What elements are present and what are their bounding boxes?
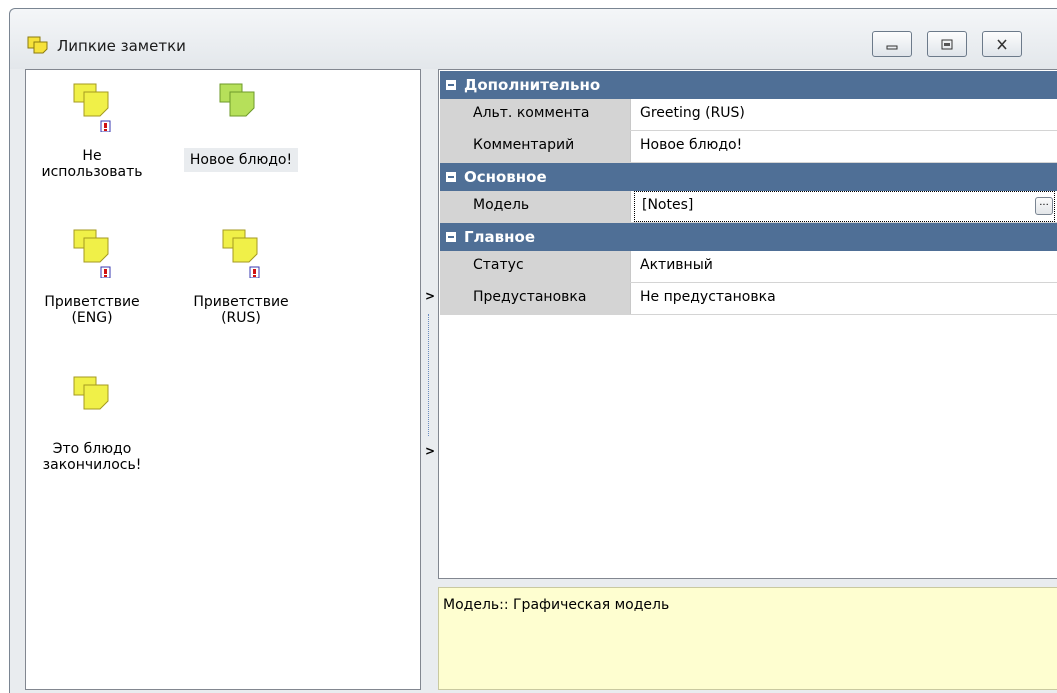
property-value[interactable]: Новое блюдо! <box>633 131 1057 162</box>
window-title: Липкие заметки <box>57 37 186 55</box>
chevron-right-icon[interactable]: > <box>425 289 435 303</box>
note-label: Новое блюдо! <box>184 148 298 172</box>
property-description: Модель:: Графическая модель <box>438 587 1057 690</box>
sticky-notes-icon <box>27 36 48 54</box>
property-row-status[interactable]: Статус Активный <box>440 251 1057 283</box>
category-label: Главное <box>464 228 536 246</box>
property-value[interactable]: Greeting (RUS) <box>633 99 1057 130</box>
category-osnovnoe[interactable]: Основное <box>440 163 1057 191</box>
title-bar[interactable]: Липкие заметки <box>10 9 1057 69</box>
sticky-notes-window: Липкие заметки Не использовать Новое блю… <box>9 8 1057 693</box>
close-button[interactable] <box>982 31 1022 57</box>
property-value-model[interactable]: [Notes] ... <box>634 191 1055 222</box>
property-name: Комментарий <box>464 131 631 162</box>
sticky-note-icon <box>73 376 109 410</box>
property-value[interactable]: Активный <box>633 251 1057 282</box>
maximize-icon <box>941 39 953 50</box>
close-icon <box>997 39 1007 50</box>
note-label: Не использовать <box>41 148 143 180</box>
property-row-model[interactable]: Модель [Notes] ... <box>440 191 1057 223</box>
minimize-button[interactable] <box>872 31 912 57</box>
property-row-comment[interactable]: Комментарий Новое блюдо! <box>440 131 1057 163</box>
sticky-note-icon <box>73 83 111 132</box>
sticky-note-icon <box>73 229 111 278</box>
sticky-note-icon <box>222 229 260 278</box>
minimize-icon <box>886 45 898 50</box>
category-label: Основное <box>464 168 547 186</box>
property-name: Статус <box>464 251 631 282</box>
property-row-alt-comment[interactable]: Альт. коммента Greeting (RUS) <box>440 99 1057 131</box>
property-grid[interactable]: Дополнительно Альт. коммента Greeting (R… <box>438 69 1057 579</box>
ellipsis-button[interactable]: ... <box>1035 197 1053 215</box>
note-label: Приветствие (RUS) <box>193 294 289 326</box>
note-label: Это блюдо закончилось! <box>42 441 142 473</box>
category-label: Дополнительно <box>464 76 601 94</box>
sticky-note-icon <box>219 83 255 117</box>
panel-splitter[interactable]: > > <box>423 289 435 464</box>
category-dopolnitelno[interactable]: Дополнительно <box>440 71 1057 99</box>
property-name: Предустановка <box>464 283 631 314</box>
property-value[interactable]: Не предустановка <box>633 283 1057 314</box>
property-name: Модель <box>464 191 631 222</box>
collapse-icon[interactable] <box>446 80 456 90</box>
property-row-preset[interactable]: Предустановка Не предустановка <box>440 283 1057 315</box>
note-label: Приветствие (ENG) <box>44 294 140 326</box>
category-glavnoe[interactable]: Главное <box>440 223 1057 251</box>
chevron-right-icon[interactable]: > <box>425 444 435 458</box>
property-value: [Notes] <box>642 197 694 213</box>
collapse-icon[interactable] <box>446 232 456 242</box>
notes-list-panel[interactable]: Не использовать Новое блюдо! Приветствие… <box>25 69 421 690</box>
collapse-icon[interactable] <box>446 172 456 182</box>
maximize-button[interactable] <box>927 31 967 57</box>
property-name: Альт. коммента <box>464 99 631 130</box>
